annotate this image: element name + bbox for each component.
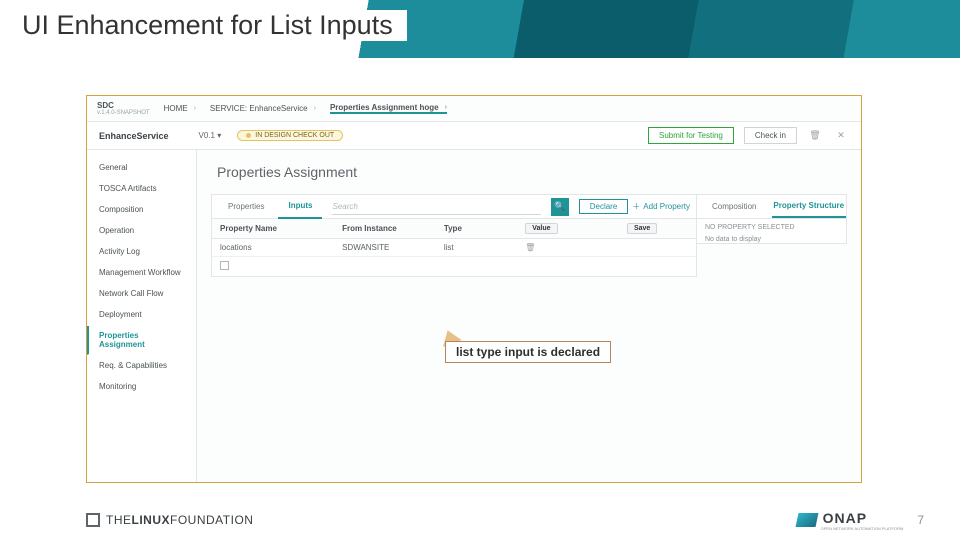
col-property-name: Property Name bbox=[220, 224, 342, 233]
plus-icon: ＋ bbox=[632, 201, 640, 212]
sidebar-item-tosca-artifacts[interactable]: TOSCA Artifacts bbox=[87, 179, 196, 199]
onap-mark-icon bbox=[795, 513, 818, 527]
sidebar-item-deployment[interactable]: Deployment bbox=[87, 305, 196, 325]
side-nav: General TOSCA Artifacts Composition Oper… bbox=[87, 150, 197, 482]
cell-value: 🗑 bbox=[525, 243, 627, 252]
right-tabs: Composition Property Structure bbox=[697, 195, 846, 219]
row-checkbox[interactable] bbox=[220, 261, 229, 270]
lf-wordmark: THELINUXFOUNDATION bbox=[106, 513, 253, 527]
page-number: 7 bbox=[917, 513, 924, 527]
tab-property-structure[interactable]: Property Structure bbox=[772, 195, 847, 218]
table-row[interactable]: locations SDWANSITE list 🗑 bbox=[212, 239, 696, 257]
trash-icon[interactable]: 🗑 bbox=[525, 243, 535, 252]
slide-footer: THELINUXFOUNDATION ONAP OPEN NETWORK AUT… bbox=[0, 500, 960, 540]
service-action-bar: EnhanceService V0.1 ▾ IN DESIGN CHECK OU… bbox=[87, 122, 861, 150]
slide-title: UI Enhancement for List Inputs bbox=[22, 10, 407, 41]
brand-line1: SDC bbox=[97, 102, 150, 110]
sidebar-item-management-workflow[interactable]: Management Workflow bbox=[87, 263, 196, 283]
tab-properties[interactable]: Properties bbox=[218, 195, 274, 219]
save-header-button[interactable]: Save bbox=[627, 223, 657, 234]
submit-for-testing-button[interactable]: Submit for Testing bbox=[648, 127, 734, 144]
sidebar-item-req-capabilities[interactable]: Req. & Capabilities bbox=[87, 356, 196, 376]
col-type: Type bbox=[444, 224, 525, 233]
content-area: Properties Assignment Properties Inputs … bbox=[197, 150, 861, 482]
status-dot-icon bbox=[246, 133, 251, 138]
page-heading: Properties Assignment bbox=[217, 164, 847, 180]
col-from-instance: From Instance bbox=[342, 224, 444, 233]
sidebar-item-general[interactable]: General bbox=[87, 158, 196, 178]
sidebar-item-network-call-flow[interactable]: Network Call Flow bbox=[87, 284, 196, 304]
no-property-selected-label: NO PROPERTY SELECTED bbox=[697, 219, 846, 236]
breadcrumb-home[interactable]: HOME › bbox=[164, 104, 196, 113]
breadcrumb-service[interactable]: SERVICE: EnhanceService › bbox=[210, 104, 316, 113]
chevron-right-icon: › bbox=[194, 105, 196, 112]
sidebar-item-operation[interactable]: Operation bbox=[87, 221, 196, 241]
tab-composition[interactable]: Composition bbox=[697, 195, 772, 218]
sidebar-item-monitoring[interactable]: Monitoring bbox=[87, 377, 196, 397]
onap-logo: ONAP OPEN NETWORK AUTOMATION PLATFORM bbox=[797, 510, 904, 531]
table-header: Property Name From Instance Type Value S… bbox=[212, 219, 696, 239]
onap-subtitle: OPEN NETWORK AUTOMATION PLATFORM bbox=[821, 526, 904, 531]
app-brand: SDC v.1.4.0-SNAPSHOT bbox=[97, 102, 150, 116]
row-footer bbox=[212, 257, 696, 276]
cell-type: list bbox=[444, 243, 525, 252]
declare-button[interactable]: Declare bbox=[579, 199, 629, 214]
lf-square-icon bbox=[86, 513, 100, 527]
value-header-button[interactable]: Value bbox=[525, 223, 557, 234]
chevron-right-icon: › bbox=[445, 104, 447, 111]
onap-wordmark: ONAP bbox=[823, 510, 904, 526]
linux-foundation-logo: THELINUXFOUNDATION bbox=[86, 513, 253, 527]
no-data-label: No data to display bbox=[697, 236, 846, 243]
delete-icon[interactable]: 🗑 bbox=[807, 128, 823, 144]
cell-property-name: locations bbox=[220, 243, 342, 252]
sidebar-item-properties-assignment[interactable]: Properties Assignment bbox=[87, 326, 196, 355]
breadcrumb-current[interactable]: Properties Assignment hoge › bbox=[330, 103, 447, 114]
breadcrumb-bar: SDC v.1.4.0-SNAPSHOT HOME › SERVICE: Enh… bbox=[87, 96, 861, 122]
sidebar-item-activity-log[interactable]: Activity Log bbox=[87, 242, 196, 262]
cell-from-instance: SDWANSITE bbox=[342, 243, 444, 252]
properties-left-pane: Properties Inputs Search 🔍 Declare ＋ Add… bbox=[211, 194, 697, 277]
properties-right-pane: Composition Property Structure NO PROPER… bbox=[697, 194, 847, 244]
properties-panel: Properties Inputs Search 🔍 Declare ＋ Add… bbox=[211, 194, 847, 277]
search-input[interactable]: Search bbox=[332, 199, 540, 215]
check-in-button[interactable]: Check in bbox=[744, 127, 797, 144]
chevron-right-icon: › bbox=[314, 105, 316, 112]
app-frame: SDC v.1.4.0-SNAPSHOT HOME › SERVICE: Enh… bbox=[86, 95, 862, 483]
tab-inputs[interactable]: Inputs bbox=[278, 195, 322, 219]
add-property-link[interactable]: ＋ Add Property bbox=[632, 201, 690, 212]
service-name: EnhanceService bbox=[99, 131, 169, 141]
slide-header: UI Enhancement for List Inputs bbox=[0, 0, 960, 58]
callout-box: list type input is declared bbox=[445, 341, 611, 363]
close-icon[interactable]: ✕ bbox=[833, 128, 849, 144]
sidebar-item-composition[interactable]: Composition bbox=[87, 200, 196, 220]
design-status-pill: IN DESIGN CHECK OUT bbox=[237, 130, 343, 141]
brand-line2: v.1.4.0-SNAPSHOT bbox=[97, 110, 150, 116]
panel-tabs-row: Properties Inputs Search 🔍 Declare ＋ Add… bbox=[212, 195, 696, 219]
version-selector[interactable]: V0.1 ▾ bbox=[199, 131, 222, 140]
search-icon[interactable]: 🔍 bbox=[551, 198, 569, 216]
